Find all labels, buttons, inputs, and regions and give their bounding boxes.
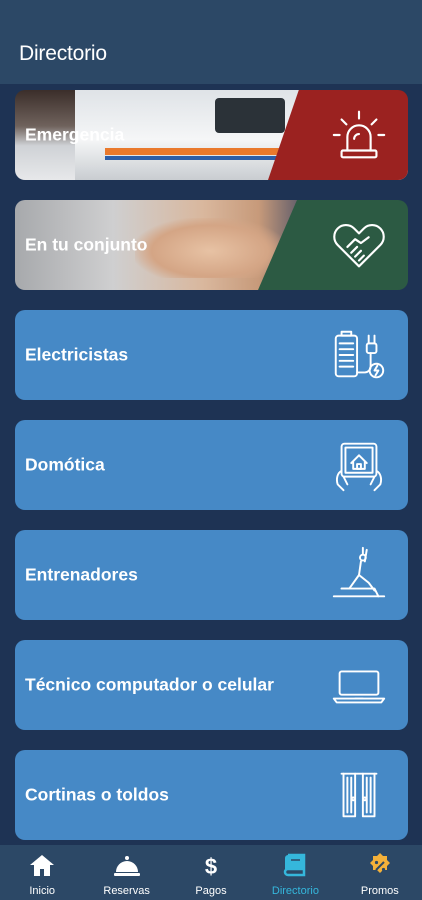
card-tecnico[interactable]: Técnico computador o celular bbox=[15, 640, 408, 730]
dollar-icon: $ bbox=[197, 852, 225, 880]
card-emergencia[interactable]: Emergencia bbox=[15, 90, 408, 180]
svg-text:$: $ bbox=[205, 854, 217, 879]
card-entrenadores[interactable]: Entrenadores bbox=[15, 530, 408, 620]
card-en-tu-conjunto[interactable]: En tu conjunto bbox=[15, 200, 408, 290]
nav-label: Promos bbox=[360, 885, 399, 897]
nav-item-pagos[interactable]: $ Pagos bbox=[169, 845, 253, 900]
nav-item-directorio[interactable]: Directorio bbox=[253, 845, 337, 900]
laptop-icon bbox=[328, 654, 390, 716]
nav-label: Pagos bbox=[195, 885, 227, 897]
smart-home-tablet-icon bbox=[328, 434, 390, 496]
nav-label: Directorio bbox=[271, 885, 319, 897]
yoga-pose-icon bbox=[328, 544, 390, 606]
card-label: Emergencia bbox=[25, 124, 125, 145]
discount-badge-icon bbox=[366, 852, 394, 880]
card-label: Entrenadores bbox=[25, 564, 138, 585]
directory-list: Emergencia En tu conjunto Electricistas … bbox=[15, 90, 408, 860]
home-icon bbox=[28, 852, 56, 880]
card-domotica[interactable]: Domótica bbox=[15, 420, 408, 510]
nav-item-reservas[interactable]: Reservas bbox=[84, 845, 168, 900]
card-label: Electricistas bbox=[25, 344, 129, 365]
alarm-siren-icon bbox=[328, 104, 390, 166]
nav-label: Inicio bbox=[29, 885, 56, 897]
book-icon bbox=[281, 852, 309, 880]
nav-item-inicio[interactable]: Inicio bbox=[0, 845, 84, 900]
page-title: Directorio bbox=[19, 42, 107, 65]
battery-plug-icon bbox=[328, 324, 390, 386]
curtains-icon bbox=[328, 764, 390, 826]
card-cortinas[interactable]: Cortinas o toldos bbox=[15, 750, 408, 840]
card-label: Cortinas o toldos bbox=[25, 784, 169, 805]
card-electricistas[interactable]: Electricistas bbox=[15, 310, 408, 400]
card-label: En tu conjunto bbox=[25, 234, 148, 255]
bottom-navigation: Inicio Reservas $ Pagos Directorio Promo… bbox=[0, 845, 422, 900]
service-bell-icon bbox=[113, 852, 141, 880]
nav-item-promos[interactable]: Promos bbox=[338, 845, 422, 900]
nav-label: Reservas bbox=[103, 885, 150, 897]
app-header: Directorio bbox=[0, 0, 422, 84]
card-label: Técnico computador o celular bbox=[25, 674, 274, 695]
card-label: Domótica bbox=[25, 454, 105, 475]
heart-handshake-icon bbox=[328, 214, 390, 276]
